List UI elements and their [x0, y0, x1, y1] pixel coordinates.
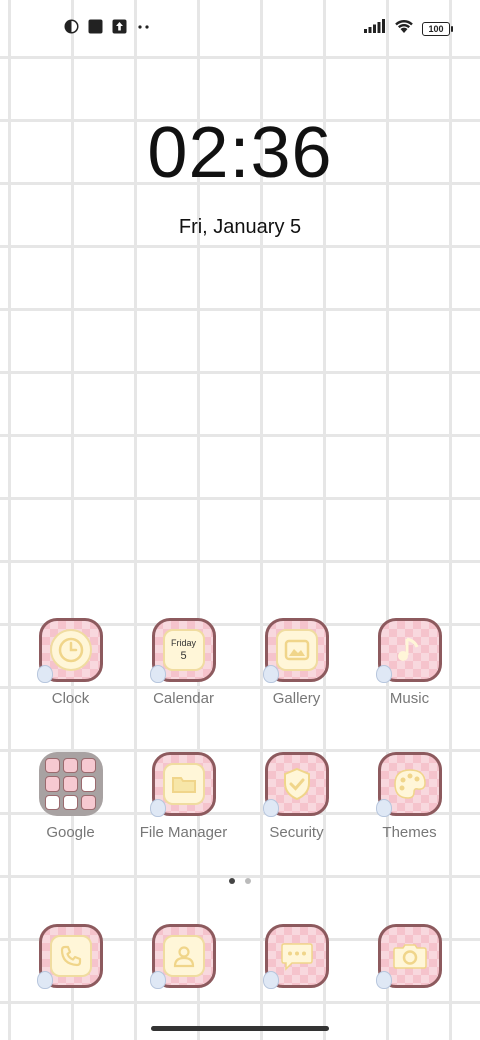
app-security[interactable]: Security	[240, 752, 353, 841]
page-dot[interactable]	[245, 878, 251, 884]
gallery-icon	[262, 618, 329, 683]
music-icon	[375, 618, 442, 683]
wifi-icon	[394, 18, 414, 39]
signal-icon	[364, 19, 386, 38]
clock-icon	[36, 618, 103, 683]
mini-app-icon	[62, 758, 79, 774]
bear-decoration-icon	[149, 799, 166, 817]
app-clock[interactable]: Clock	[14, 618, 127, 707]
dock-messages[interactable]	[240, 924, 353, 989]
app-label: Calendar	[153, 690, 214, 707]
mini-app-icon	[44, 794, 60, 810]
app-themes[interactable]: Themes	[353, 752, 466, 841]
bear-decoration-icon	[375, 665, 392, 683]
bear-decoration-icon	[36, 665, 53, 683]
battery-icon: 100	[422, 21, 453, 36]
google-folder-icon	[38, 752, 103, 816]
app-label: Clock	[51, 690, 90, 707]
app-gallery[interactable]: Gallery	[240, 618, 353, 707]
mini-app-icon	[81, 794, 97, 810]
app-file-manager[interactable]: File Manager	[127, 752, 240, 841]
lockscreen-date[interactable]: Fri, January 5	[0, 216, 480, 239]
mini-app-icon	[81, 758, 97, 774]
calendar-date-number: 5	[180, 650, 187, 662]
page-indicator[interactable]	[0, 878, 480, 884]
app-google-folder[interactable]: Google	[14, 752, 127, 841]
calendar-day: Friday	[170, 638, 196, 648]
bear-decoration-icon	[36, 971, 53, 989]
shield-icon	[262, 752, 329, 817]
mini-app-icon	[62, 776, 79, 792]
mini-app-icon	[81, 776, 97, 792]
lockscreen-time[interactable]: 02:36	[0, 112, 480, 194]
app-label: File Manager	[139, 824, 228, 841]
dock-phone[interactable]	[14, 924, 127, 989]
dock-camera[interactable]	[353, 924, 466, 989]
bear-decoration-icon	[262, 799, 279, 817]
bear-decoration-icon	[149, 665, 166, 683]
mini-app-icon	[44, 776, 60, 792]
status-bar: 100	[0, 0, 480, 56]
app-label: Gallery	[272, 690, 321, 707]
mini-app-icon	[44, 758, 60, 774]
mini-app-icon	[62, 794, 79, 810]
dock-contacts[interactable]	[127, 924, 240, 989]
app-calendar[interactable]: Friday 5 Calendar	[127, 618, 240, 707]
app-music[interactable]: Music	[353, 618, 466, 707]
camera-icon	[375, 924, 442, 989]
contacts-icon	[149, 924, 216, 989]
upload-icon	[112, 19, 127, 34]
bear-decoration-icon	[262, 971, 279, 989]
bear-decoration-icon	[262, 665, 279, 683]
calendar-icon: Friday 5	[149, 618, 216, 683]
page-dot-active[interactable]	[229, 878, 235, 884]
folder-icon	[149, 752, 216, 817]
phone-icon	[36, 924, 103, 989]
bear-decoration-icon	[149, 971, 166, 989]
app-label: Music	[389, 690, 430, 707]
status-right: 100	[364, 18, 453, 39]
square-icon	[88, 19, 103, 34]
app-label: Themes	[382, 824, 437, 841]
navigation-gesture-bar[interactable]	[151, 1026, 329, 1031]
more-dots-icon	[136, 19, 151, 34]
bear-decoration-icon	[375, 799, 392, 817]
messages-icon	[262, 924, 329, 989]
status-left	[64, 19, 151, 34]
bear-decoration-icon	[375, 971, 392, 989]
app-label: Security	[269, 824, 324, 841]
app-label: Google	[46, 824, 95, 841]
weather-icon	[64, 19, 79, 34]
palette-icon	[375, 752, 442, 817]
